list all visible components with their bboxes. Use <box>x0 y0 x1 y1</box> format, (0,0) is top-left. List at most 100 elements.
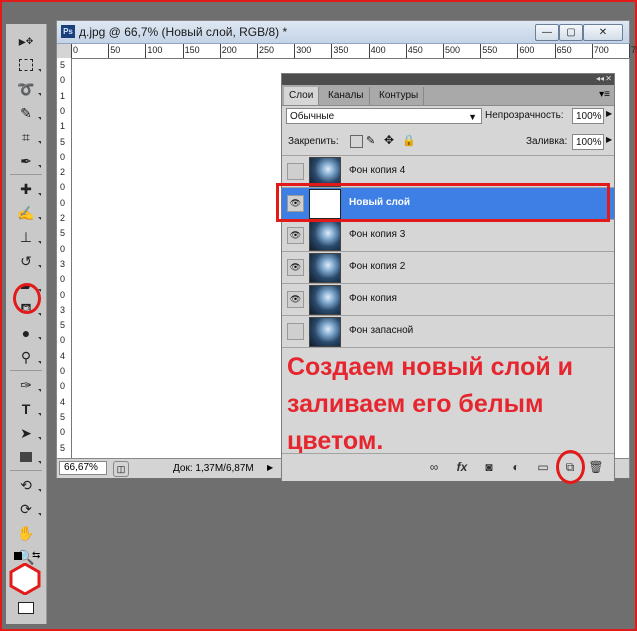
panel-close-icon[interactable]: ✕ <box>605 74 612 83</box>
lock-position-icon[interactable]: ✥ <box>384 133 394 147</box>
ruler-top-mark: 150 <box>184 45 200 55</box>
layer-row[interactable]: 👁 Фон копия 3 <box>282 220 614 252</box>
layer-thumbnail <box>309 317 341 347</box>
tools-panel: ▸ ✥ ➰ ✎ ⌗ ✒ ✚ ✍ ⊥ ↺ ▰ ⛾ ● ⚲ ✑ T ➤ ⟲ ⟳ ✋ 🔍… <box>6 24 47 624</box>
new-layer-button-highlight <box>556 450 585 484</box>
ruler-left-mark: 0 <box>60 427 66 438</box>
lasso-tool[interactable]: ➰ <box>6 78 46 100</box>
pen-tool[interactable]: ✑ <box>6 374 46 396</box>
hand-tool[interactable]: ✋ <box>6 522 46 544</box>
quick-select-tool[interactable]: ✎ <box>6 102 46 124</box>
move-tool[interactable]: ▸ ✥ <box>6 30 46 52</box>
status-menu-icon[interactable]: ▶ <box>267 463 273 472</box>
ruler-left-mark: 4 <box>60 350 66 361</box>
shape-tool[interactable] <box>6 446 46 468</box>
blend-mode-select[interactable]: Обычные ▼ <box>286 108 482 124</box>
fill-arrow-icon[interactable]: ▶ <box>606 135 612 144</box>
lock-all-icon[interactable]: 🔒 <box>402 134 416 147</box>
opacity-field[interactable]: 100% <box>572 108 604 124</box>
ruler-left-mark: 2 <box>60 213 66 223</box>
3d-orbit-tool[interactable]: ⟳ <box>6 498 46 520</box>
chevron-down-icon: ▼ <box>468 112 477 122</box>
adjustment-icon[interactable]: ◐ <box>507 460 525 474</box>
layer-name[interactable]: Фон запасной <box>349 325 413 336</box>
quick-mask-icon[interactable] <box>18 602 34 614</box>
layer-name[interactable]: Фон копия 2 <box>349 261 405 272</box>
ruler-left-mark: 5 <box>60 228 66 239</box>
panel-tabs: Слои Каналы Контуры ▾≡ <box>282 85 614 106</box>
path-select-tool[interactable]: ➤ <box>6 422 46 444</box>
ruler-left-mark: 5 <box>60 60 66 70</box>
ruler-left-mark: 3 <box>60 258 66 269</box>
layer-name[interactable]: Фон копия 4 <box>349 165 405 176</box>
ruler-top-mark: 650 <box>556 45 572 55</box>
visibility-eye-icon[interactable] <box>287 163 304 180</box>
ruler-top-mark: 0 <box>73 45 79 55</box>
mask-icon[interactable]: ◙ <box>480 460 498 474</box>
link-icon[interactable]: ∞ <box>425 460 443 474</box>
paint-bucket-highlight <box>13 283 41 314</box>
crop-tool[interactable]: ⌗ <box>6 126 46 148</box>
visibility-eye-icon[interactable]: 👁 <box>287 291 304 308</box>
layer-row[interactable]: 👁 Фон копия 2 <box>282 252 614 284</box>
layers-panel: ◂◂ ✕ Слои Каналы Контуры ▾≡ Обычные ▼ Не… <box>281 73 615 481</box>
brush-tool[interactable]: ✍ <box>6 202 46 224</box>
blur-tool[interactable]: ● <box>6 322 46 344</box>
fill-field[interactable]: 100% <box>572 134 604 150</box>
eyedropper-tool[interactable]: ✒ <box>6 150 46 172</box>
ruler-top-mark: 600 <box>519 45 535 55</box>
ruler-top-mark: 300 <box>296 45 312 55</box>
ruler-left[interactable]: 5 0 1 0 1 5 0 2 0 0 2 5 0 3 0 0 3 5 0 4 0 0 4 5 0 5 <box>57 58 72 458</box>
panel-menu-icon[interactable]: ▾≡ <box>599 89 610 100</box>
ruler-top-mark: 500 <box>445 45 461 55</box>
ruler-left-mark: 0 <box>60 182 66 193</box>
layer-row[interactable]: 👁 Фон копия <box>282 284 614 316</box>
layer-name[interactable]: Фон копия <box>349 293 397 304</box>
layer-thumbnail <box>309 253 341 283</box>
trash-icon[interactable]: 🗑 <box>587 460 605 474</box>
lock-pixels-icon[interactable]: ✎ <box>366 134 375 147</box>
type-tool[interactable]: T <box>6 398 46 420</box>
collapse-icon[interactable]: ◂◂ <box>596 74 604 83</box>
history-brush-tool[interactable]: ↺ <box>6 250 46 272</box>
document-title-bar[interactable]: Ps д.jpg @ 66,7% (Новый слой, RGB/8) * —… <box>57 21 629 44</box>
layer-row[interactable]: Фон запасной <box>282 316 614 348</box>
zoom-field[interactable]: 66,67% <box>59 461 107 475</box>
default-colors-icon[interactable] <box>14 552 22 560</box>
ruler-left-mark: 0 <box>60 105 66 116</box>
fx-icon[interactable]: fx <box>453 460 471 474</box>
ruler-top-mark: 700 <box>593 45 609 55</box>
ruler-left-mark: 0 <box>60 335 66 346</box>
ruler-left-mark: 5 <box>60 136 66 147</box>
lock-transparency-icon[interactable] <box>350 135 363 148</box>
healing-brush-tool[interactable]: ✚ <box>6 178 46 200</box>
panel-header[interactable]: ◂◂ ✕ <box>282 74 614 85</box>
swap-colors-icon[interactable]: ⇆ <box>32 550 40 561</box>
maximize-button[interactable]: ▢ <box>559 24 583 41</box>
marquee-tool[interactable] <box>6 54 46 76</box>
fill-label: Заливка: <box>526 136 568 147</box>
ruler-left-mark: 5 <box>60 411 66 422</box>
hexagon-annotation-icon <box>9 562 41 596</box>
close-button[interactable]: ✕ <box>583 24 623 41</box>
clone-stamp-tool[interactable]: ⊥ <box>6 226 46 248</box>
status-icon[interactable]: ◫ <box>113 461 129 477</box>
minimize-button[interactable]: — <box>535 24 559 41</box>
tab-paths[interactable]: Контуры <box>374 87 425 105</box>
tab-layers[interactable]: Слои <box>284 87 320 105</box>
color-swatches[interactable] <box>9 562 41 596</box>
visibility-eye-icon[interactable] <box>287 323 304 340</box>
visibility-eye-icon[interactable]: 👁 <box>287 227 304 244</box>
ruler-top[interactable]: 0 50 100 150 200 250 300 350 400 450 500 550 600 650 7… <box>71 44 637 59</box>
opacity-arrow-icon[interactable]: ▶ <box>606 109 612 118</box>
ruler-top-mark: 50 <box>110 45 121 55</box>
dodge-tool[interactable]: ⚲ <box>6 346 46 368</box>
tab-channels[interactable]: Каналы <box>323 87 370 105</box>
group-icon[interactable]: ▭ <box>534 460 552 474</box>
visibility-eye-icon[interactable]: 👁 <box>287 259 304 276</box>
layer-name[interactable]: Фон копия 3 <box>349 229 405 240</box>
opacity-label: Непрозрачность: <box>485 110 564 121</box>
ruler-left-mark: 0 <box>60 197 66 208</box>
3d-rotate-tool[interactable]: ⟲ <box>6 474 46 496</box>
ruler-top-mark: 400 <box>370 45 386 55</box>
